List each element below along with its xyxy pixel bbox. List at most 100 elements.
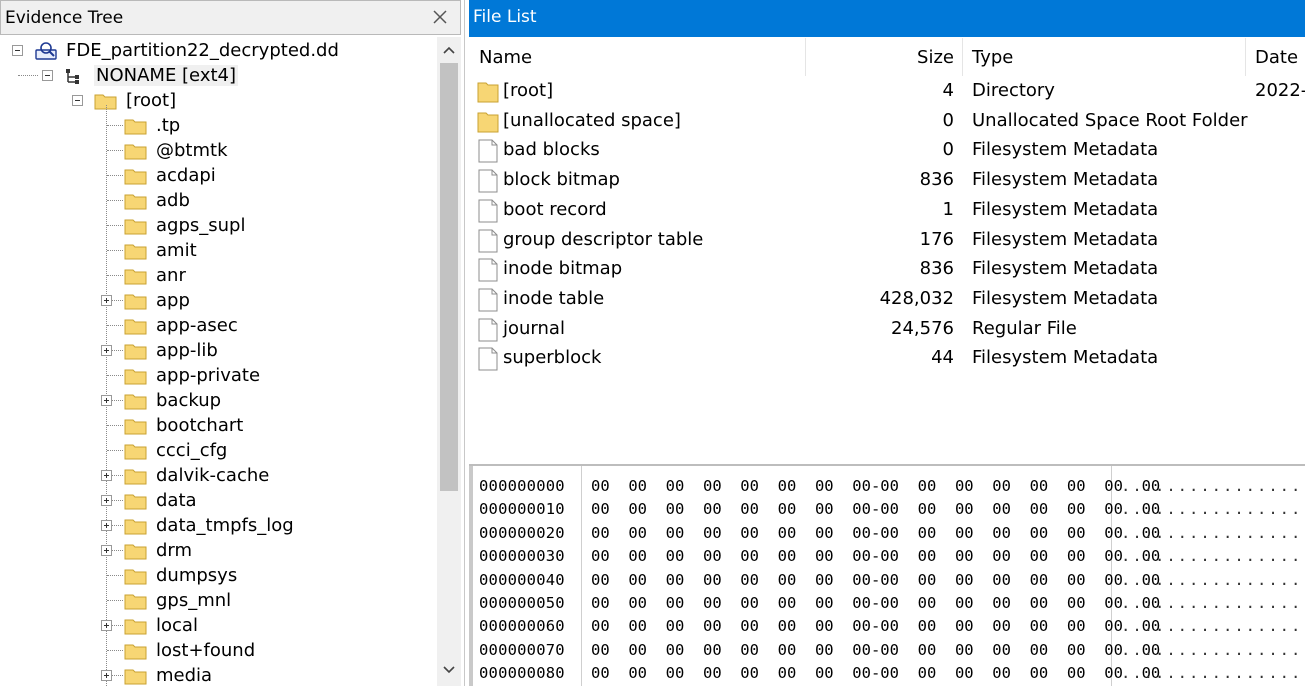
hex-row[interactable]: 000000000 00 00 00 00 00 00 00 00-00 00 0… — [469, 474, 1305, 497]
tree-connector — [107, 575, 123, 576]
file-size: 0 — [942, 139, 954, 161]
tree-label: local — [156, 615, 198, 636]
tree-node-folder[interactable]: acdapi — [0, 164, 437, 189]
tree-node-folder[interactable]: data — [0, 489, 437, 514]
file-type: Filesystem Metadata — [972, 198, 1159, 220]
tree-node-folder[interactable]: data_tmpfs_log — [0, 514, 437, 539]
file-row[interactable]: [root] 4 Directory 2022- — [469, 77, 1305, 107]
column-divider[interactable] — [805, 38, 806, 76]
file-row[interactable]: block bitmap 836 Filesystem Metadata — [469, 166, 1305, 196]
file-size: 836 — [919, 258, 954, 280]
tree-label-root-folder: [root] — [126, 90, 177, 111]
hex-offset: 000000050 — [479, 594, 565, 612]
tree-node-evidence[interactable]: FDE_partition22_decrypted.dd — [0, 39, 437, 64]
tree-node-folder[interactable]: adb — [0, 189, 437, 214]
expand-toggle[interactable] — [101, 295, 112, 306]
tree-node-folder[interactable]: bootchart — [0, 414, 437, 439]
collapse-toggle[interactable] — [72, 95, 83, 106]
file-row[interactable]: bad blocks 0 Filesystem Metadata — [469, 136, 1305, 166]
tree-node-folder[interactable]: app-private — [0, 364, 437, 389]
volume-tree-icon — [66, 69, 79, 84]
tree-node-volume[interactable]: NONAME [ext4] — [0, 64, 437, 89]
tree-node-folder[interactable]: local — [0, 614, 437, 639]
tree-node-folder[interactable]: app — [0, 289, 437, 314]
tree-node-folder[interactable]: lost+found — [0, 639, 437, 664]
hex-row[interactable]: 000000060 00 00 00 00 00 00 00 00-00 00 0… — [469, 614, 1305, 637]
file-icon — [478, 139, 498, 163]
hex-row[interactable]: 000000070 00 00 00 00 00 00 00 00-00 00 0… — [469, 638, 1305, 661]
file-name: superblock — [503, 347, 602, 369]
file-row[interactable]: superblock 44 Filesystem Metadata — [469, 344, 1305, 374]
hex-offset: 000000040 — [479, 570, 565, 589]
tree-node-folder[interactable]: app-lib — [0, 339, 437, 364]
folder-icon — [124, 544, 147, 560]
hex-row[interactable]: 000000050 00 00 00 00 00 00 00 00-00 00 0… — [469, 591, 1305, 614]
expand-toggle[interactable] — [101, 345, 112, 356]
column-divider[interactable] — [1245, 38, 1246, 76]
folder-icon — [124, 144, 147, 160]
chevron-down-icon[interactable] — [437, 659, 461, 681]
hex-row[interactable]: 000000040 00 00 00 00 00 00 00 00-00 00 0… — [469, 568, 1305, 591]
tree-scrollbar[interactable] — [437, 37, 461, 686]
file-row[interactable]: journal 24,576 Regular File — [469, 315, 1305, 345]
tree-node-folder[interactable]: media — [0, 664, 437, 686]
expand-toggle[interactable] — [101, 520, 112, 531]
tree-node-folder[interactable]: @btmtk — [0, 139, 437, 164]
expand-toggle[interactable] — [101, 620, 112, 631]
tree-label: ccci_cfg — [156, 440, 228, 461]
expand-toggle[interactable] — [101, 470, 112, 481]
tree-node-folder[interactable]: amit — [0, 239, 437, 264]
chevron-up-icon[interactable] — [437, 39, 461, 61]
expand-toggle[interactable] — [101, 495, 112, 506]
file-row[interactable]: group descriptor table 176 Filesystem Meta… — [469, 226, 1305, 256]
tree-node-folder[interactable]: backup — [0, 389, 437, 414]
tree-node-folder[interactable]: drm — [0, 539, 437, 564]
file-row[interactable]: boot record 1 Filesystem Metadata — [469, 196, 1305, 226]
file-row[interactable]: inode table 428,032 Filesystem Metadata — [469, 285, 1305, 315]
file-row[interactable]: inode bitmap 836 Filesystem Metadata — [469, 255, 1305, 285]
evidence-tree-title: Evidence Tree — [5, 8, 124, 28]
tree-node-folder[interactable]: anr — [0, 264, 437, 289]
hex-row[interactable]: 000000010 00 00 00 00 00 00 00 00-00 00 0… — [469, 497, 1305, 520]
collapse-toggle[interactable] — [42, 70, 53, 81]
column-header-date[interactable]: Date M — [1255, 47, 1305, 68]
hex-ascii: ................ — [1121, 664, 1303, 683]
expand-toggle[interactable] — [101, 395, 112, 406]
file-list-title: File List — [473, 7, 537, 27]
hex-bytes: 00 00 00 00 00 00 00 00-00 00 00 00 00 0… — [591, 570, 1161, 589]
tree-label: data — [156, 490, 197, 511]
hex-row[interactable]: 000000030 00 00 00 00 00 00 00 00-00 00 0… — [469, 544, 1305, 567]
tree-node-folder[interactable]: ccci_cfg — [0, 439, 437, 464]
tree-label: .tp — [156, 115, 181, 136]
tree-label: media — [156, 665, 213, 686]
scrollbar-thumb[interactable] — [440, 63, 458, 491]
tree-label: app-private — [156, 365, 261, 386]
expand-toggle[interactable] — [101, 670, 112, 681]
tree-node-folder[interactable]: gps_mnl — [0, 589, 437, 614]
folder-icon — [124, 219, 147, 235]
tree-node-root-folder[interactable]: [root] — [0, 89, 437, 114]
hex-row[interactable]: 000000080 00 00 00 00 00 00 00 00-00 00 0… — [469, 661, 1305, 684]
tree-connector — [107, 250, 123, 251]
tree-node-folder[interactable]: dumpsys — [0, 564, 437, 589]
file-row[interactable]: [unallocated space] 0 Unallocated Space Ro… — [469, 107, 1305, 137]
column-header-name[interactable]: Name — [479, 47, 532, 68]
tree-node-folder[interactable]: dalvik-cache — [0, 464, 437, 489]
hex-viewer: 000000000 00 00 00 00 00 00 00 00-00 00 0… — [469, 464, 1305, 686]
folder-icon — [124, 194, 147, 210]
hex-row[interactable]: 000000020 00 00 00 00 00 00 00 00-00 00 0… — [469, 521, 1305, 544]
expand-toggle[interactable] — [101, 545, 112, 556]
tree-label: app-lib — [156, 340, 218, 361]
tree-node-folder[interactable]: app-asec — [0, 314, 437, 339]
tree-node-folder[interactable]: agps_supl — [0, 214, 437, 239]
folder-icon — [124, 594, 147, 610]
collapse-toggle[interactable] — [12, 45, 23, 56]
column-divider[interactable] — [962, 38, 963, 76]
column-header-size[interactable]: Size — [917, 47, 954, 68]
column-header-type[interactable]: Type — [972, 47, 1013, 68]
hex-offset: 000000010 — [479, 500, 565, 519]
tree-node-folder[interactable]: .tp — [0, 114, 437, 139]
file-icon — [478, 347, 498, 371]
tree-label: dalvik-cache — [156, 465, 270, 486]
close-icon[interactable] — [430, 7, 450, 27]
